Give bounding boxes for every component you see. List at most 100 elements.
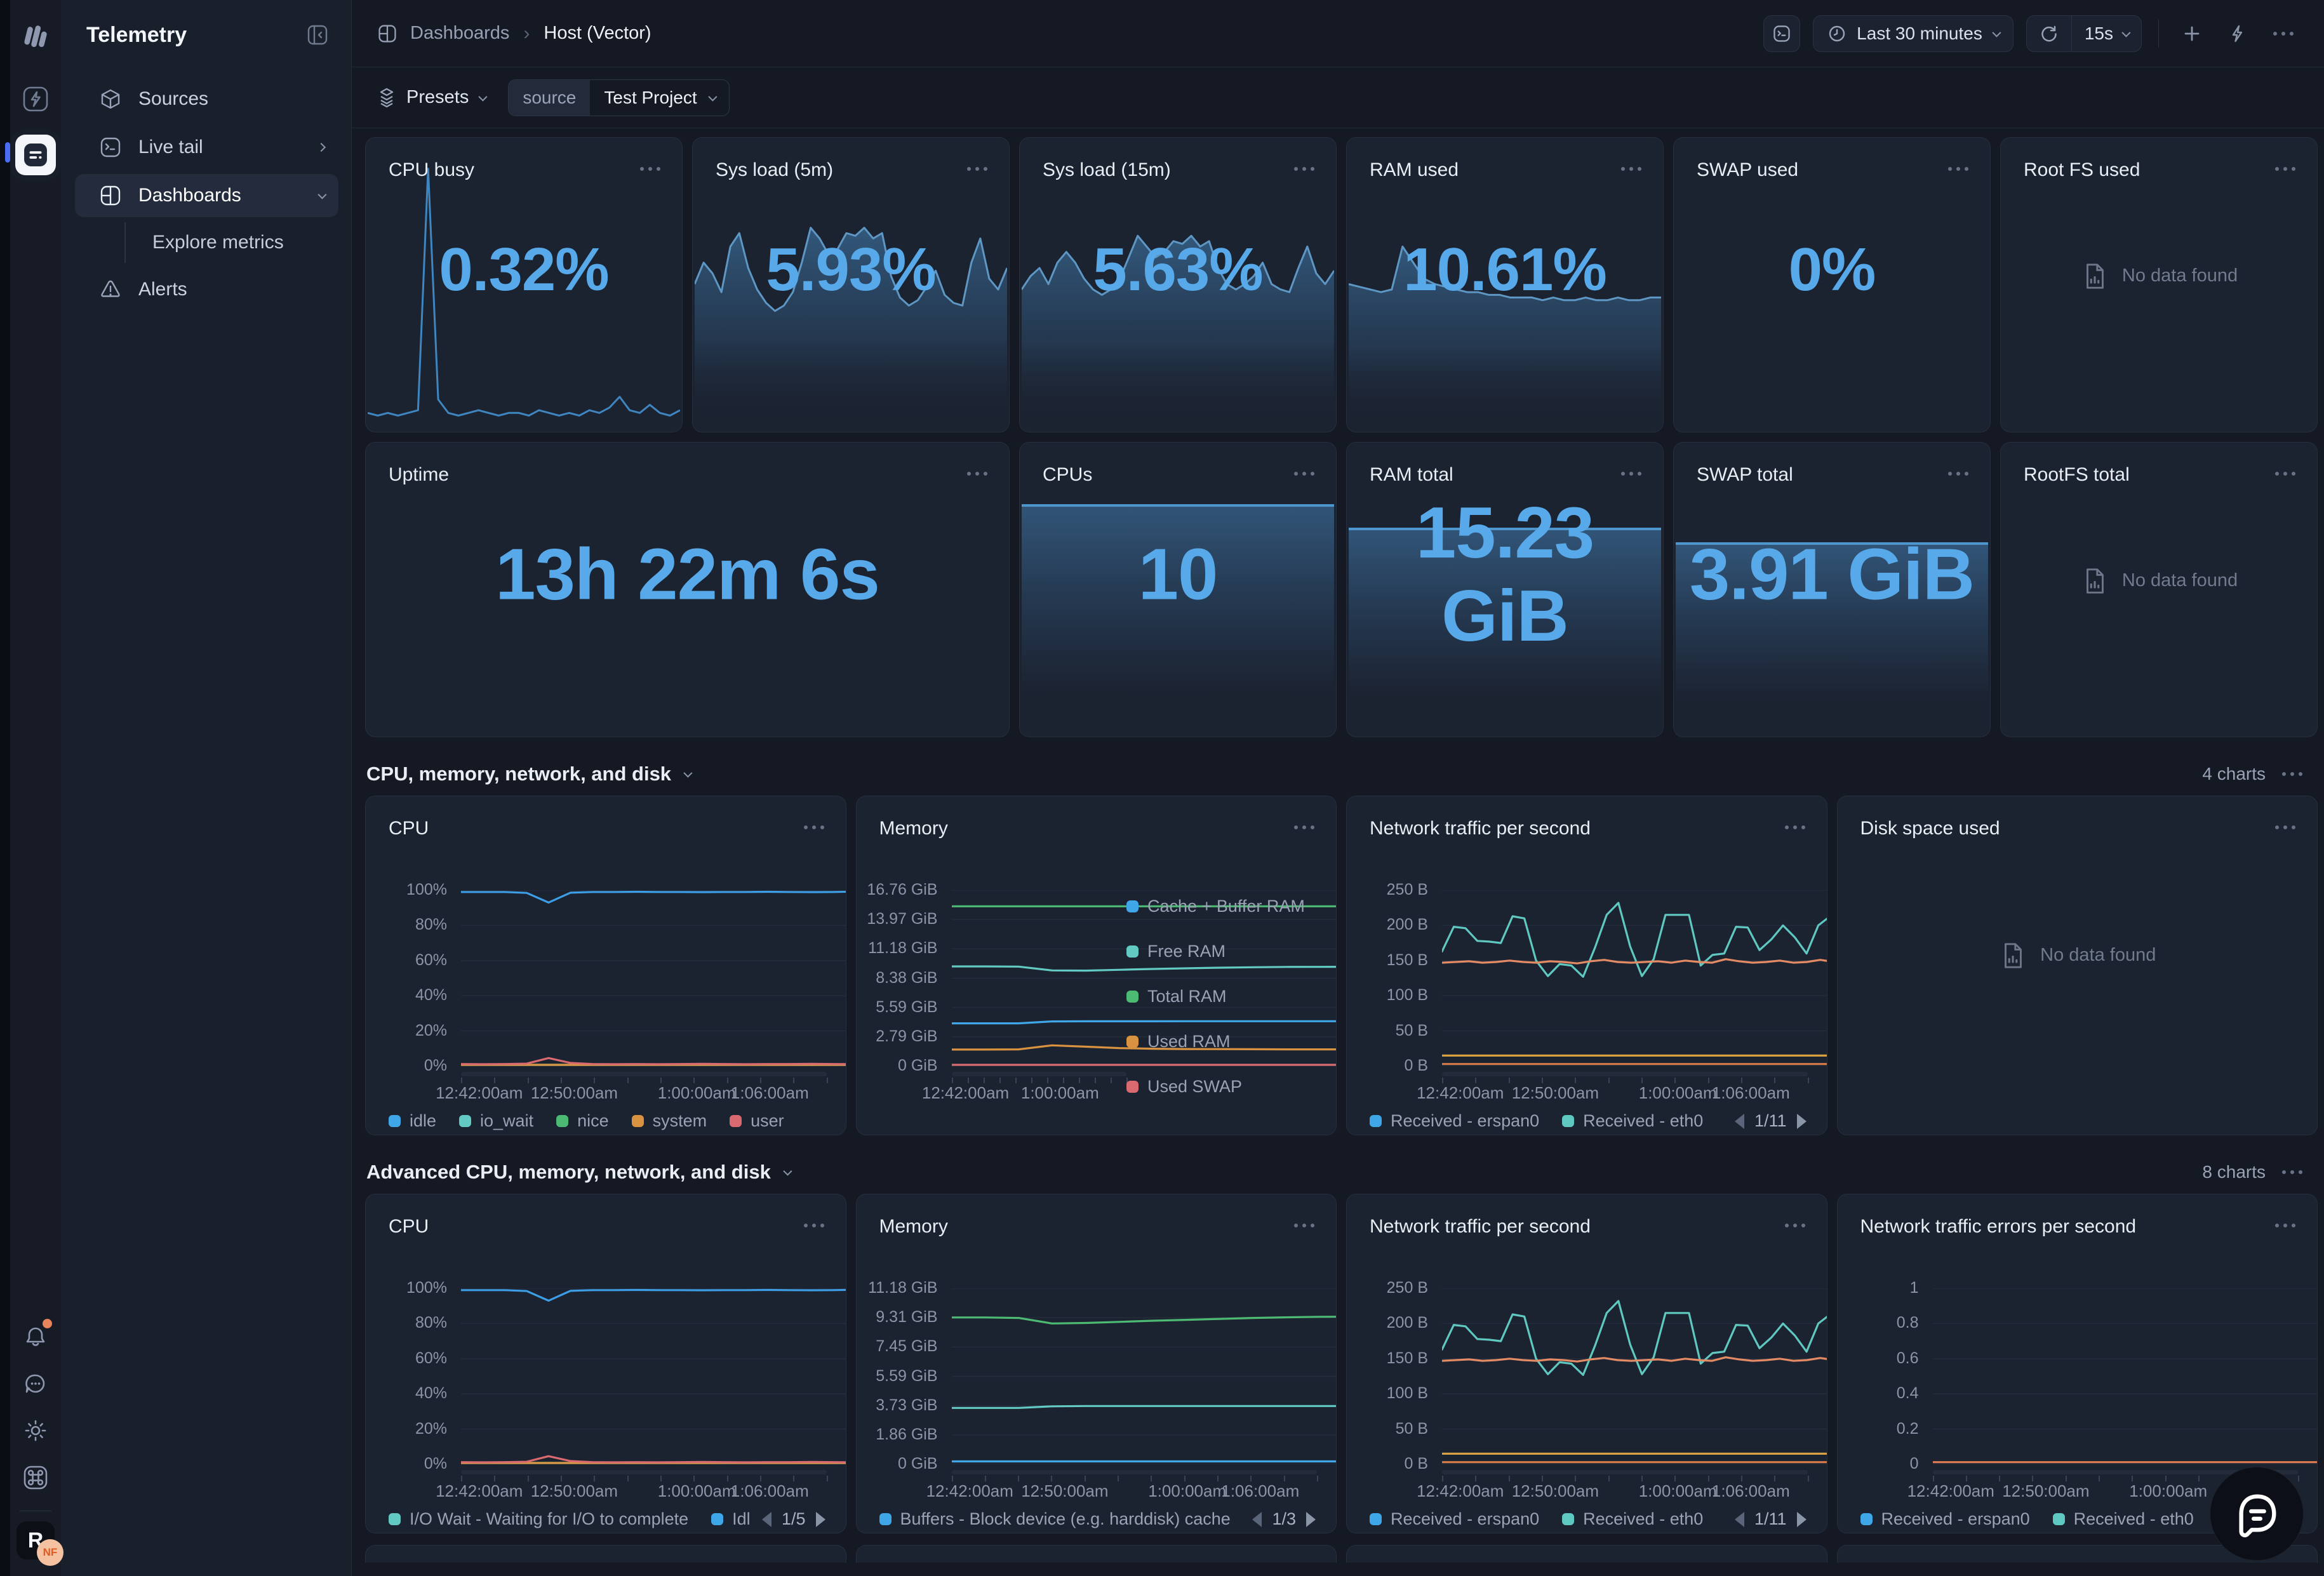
feedback-chat-icon[interactable]: [15, 1363, 56, 1404]
more-options-button[interactable]: [2267, 17, 2300, 50]
sidebar-item-dashboards[interactable]: Dashboards: [75, 174, 338, 217]
panel-menu-icon[interactable]: [2275, 464, 2295, 476]
panel-menu-icon[interactable]: [1948, 464, 1968, 476]
sidebar-item-alerts[interactable]: Alerts: [75, 268, 338, 311]
legend-item[interactable]: Received - erspan0: [1370, 1111, 1539, 1131]
legend-item[interactable]: system: [632, 1111, 707, 1131]
stat-value: 3.91 GiB: [1674, 533, 1990, 617]
chart-panel-memory: Memory0 GiB2.79 GiB5.59 GiB8.38 GiB11.18…: [856, 796, 1337, 1135]
section-menu-icon[interactable]: [2282, 1170, 2302, 1174]
panel-menu-icon[interactable]: [2275, 818, 2295, 829]
legend-item[interactable]: Used RAM: [1126, 1032, 1317, 1052]
legend-item[interactable]: Total RAM: [1126, 987, 1317, 1006]
legend-item[interactable]: Idle: [711, 1509, 749, 1529]
pager-label: 1/11: [1754, 1509, 1787, 1529]
legend-item[interactable]: Used SWAP: [1126, 1077, 1317, 1097]
panel-menu-icon[interactable]: [2275, 1216, 2295, 1227]
panel-title: Memory: [879, 1216, 948, 1238]
section-toggle[interactable]: Advanced CPU, memory, network, and disk: [366, 1161, 790, 1184]
no-data-message: No data found: [2001, 566, 2317, 596]
time-range-button[interactable]: Last 30 minutes: [1813, 15, 2013, 52]
pager-next-icon[interactable]: [1797, 1512, 1806, 1527]
y-axis-tick: 0%: [366, 1455, 447, 1473]
panel-title: Uptime: [389, 464, 449, 486]
chart-plot: [952, 1288, 1337, 1464]
legend-item[interactable]: Cache + Buffer RAM: [1126, 897, 1317, 916]
y-axis-tick: 40%: [366, 1384, 447, 1403]
pager-next-icon[interactable]: [1306, 1512, 1316, 1527]
panel-menu-icon[interactable]: [1294, 159, 1314, 171]
panel-menu-icon[interactable]: [2275, 159, 2295, 171]
terminal-icon: [99, 136, 122, 159]
legend-item[interactable]: io_wait: [459, 1111, 533, 1131]
legend-item[interactable]: Buffers - Block device (e.g. harddisk) c…: [879, 1509, 1231, 1529]
legend-item[interactable]: Received - erspan0: [1370, 1509, 1539, 1529]
panel-menu-icon[interactable]: [967, 159, 987, 171]
terminal-view-button[interactable]: [1763, 15, 1800, 52]
legend-item[interactable]: I/O Wait - Waiting for I/O to complete: [389, 1509, 688, 1529]
help-chat-fab[interactable]: [2210, 1467, 2304, 1561]
legend-item[interactable]: Free RAM: [1126, 942, 1317, 961]
x-axis-track[interactable]: [461, 1072, 827, 1076]
legend-item[interactable]: idle: [389, 1111, 436, 1131]
sidebar-item-sources[interactable]: Sources: [75, 77, 338, 121]
chart-legend: Buffers - Block device (e.g. harddisk) c…: [879, 1509, 1316, 1529]
pager-prev-icon[interactable]: [762, 1512, 771, 1527]
pager-prev-icon[interactable]: [1252, 1512, 1262, 1527]
pager-next-icon[interactable]: [816, 1512, 825, 1527]
section-menu-icon[interactable]: [2282, 772, 2302, 776]
add-panel-button[interactable]: [2175, 17, 2208, 50]
source-filter-chip[interactable]: source Test Project: [508, 79, 729, 116]
brand-logo-icon[interactable]: [15, 17, 56, 57]
panel-menu-icon[interactable]: [1621, 159, 1641, 171]
theme-sun-icon[interactable]: [15, 1410, 56, 1451]
x-axis-track[interactable]: [461, 1470, 827, 1474]
telemetry-app-icon[interactable]: [15, 135, 56, 175]
refresh-interval-button[interactable]: 15s: [2072, 16, 2141, 51]
panel-menu-icon[interactable]: [1621, 464, 1641, 476]
sidebar-item-explore-metrics[interactable]: Explore metrics: [124, 222, 326, 263]
panel-menu-icon[interactable]: [804, 818, 824, 829]
panel-menu-icon[interactable]: [1294, 1216, 1314, 1227]
pager-prev-icon[interactable]: [1735, 1114, 1744, 1129]
legend-item[interactable]: user: [730, 1111, 784, 1131]
presets-button[interactable]: Presets: [377, 87, 485, 109]
legend-item[interactable]: Received - eth0: [1562, 1509, 1703, 1529]
pager-prev-icon[interactable]: [1735, 1512, 1744, 1527]
panel-menu-icon[interactable]: [1785, 1216, 1805, 1227]
panel-menu-icon[interactable]: [1948, 159, 1968, 171]
x-axis-track[interactable]: [952, 1470, 1318, 1474]
pager-next-icon[interactable]: [1797, 1114, 1806, 1129]
x-axis-track[interactable]: [952, 1072, 1127, 1076]
stat-panel-ram-used: RAM used10.61%: [1346, 137, 1664, 432]
events-app-icon[interactable]: [15, 79, 56, 119]
x-axis-track[interactable]: [1442, 1072, 1808, 1076]
breadcrumb-root[interactable]: Dashboards: [410, 23, 509, 44]
panel-menu-icon[interactable]: [967, 464, 987, 476]
x-axis-track[interactable]: [1442, 1470, 1808, 1474]
section-toggle[interactable]: CPU, memory, network, and disk: [366, 763, 690, 785]
panel-menu-icon[interactable]: [1294, 464, 1314, 476]
legend-item[interactable]: Received - eth0: [2053, 1509, 2194, 1529]
toolbar-divider: [2158, 20, 2159, 48]
sidebar-item-live-tail[interactable]: Live tail: [75, 126, 338, 169]
avatar[interactable]: R NF: [17, 1521, 55, 1559]
panel-title: RAM total: [1370, 464, 1453, 486]
sidebar-collapse-icon[interactable]: [303, 20, 332, 50]
notifications-bell-icon[interactable]: [15, 1316, 56, 1357]
legend-item[interactable]: Received - eth0: [1562, 1111, 1703, 1131]
x-axis-tick: 12:42:00am: [436, 1083, 523, 1103]
panel-menu-icon[interactable]: [1294, 818, 1314, 829]
x-axis-labels: 12:42:00am12:50:00am1:00:00am1:06:00am: [1442, 1083, 1808, 1104]
refresh-button[interactable]: [2027, 16, 2072, 51]
panel-menu-icon[interactable]: [804, 1216, 824, 1227]
legend-item[interactable]: Received - erspan0: [1860, 1509, 2030, 1529]
y-axis-tick: 5.59 GiB: [857, 1367, 938, 1386]
panel-menu-icon[interactable]: [1785, 818, 1805, 829]
quick-actions-lightning-button[interactable]: [2221, 17, 2254, 50]
chart-legend: Received - erspan0Received - eth0Re1/11: [1370, 1509, 1806, 1529]
legend-item[interactable]: nice: [556, 1111, 609, 1131]
shortcuts-command-icon[interactable]: [15, 1457, 56, 1498]
panel-menu-icon[interactable]: [640, 159, 660, 171]
pager-label: 1/3: [1272, 1509, 1296, 1529]
